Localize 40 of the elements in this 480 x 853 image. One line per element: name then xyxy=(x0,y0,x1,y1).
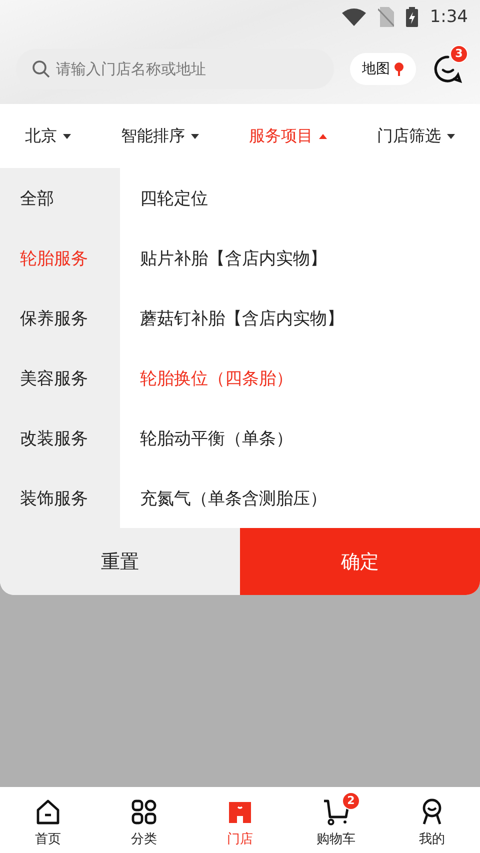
category-item[interactable]: 装饰服务 xyxy=(0,468,120,528)
reset-button[interactable]: 重置 xyxy=(0,528,240,595)
cart-icon xyxy=(322,798,350,826)
filter-tab[interactable]: 北京 xyxy=(23,122,73,150)
tab-bar-item[interactable]: 首页 xyxy=(10,790,86,850)
service-item[interactable]: 轮胎换位（四条胎） xyxy=(120,348,480,408)
tab-bar-item[interactable]: 2 购物车 xyxy=(298,790,374,850)
tab-bar-item[interactable]: 门店 xyxy=(202,790,278,850)
service-item[interactable]: 充氮气（单条含测胎压） xyxy=(120,468,480,528)
map-button[interactable]: 地图 xyxy=(350,53,416,85)
service-item[interactable]: 轮胎动平衡（单条） xyxy=(120,408,480,468)
confirm-button[interactable]: 确定 xyxy=(240,528,480,595)
count-badge: 2 xyxy=(342,792,360,810)
search-input[interactable]: 请输入门店名称或地址 xyxy=(56,57,316,81)
caret-icon xyxy=(63,134,71,138)
caret-icon xyxy=(319,134,327,138)
category-item[interactable]: 改装服务 xyxy=(0,408,120,468)
wifi-icon xyxy=(342,8,366,26)
category-item[interactable]: 美容服务 xyxy=(0,348,120,408)
notification-badge: 3 xyxy=(450,45,468,63)
service-item[interactable]: 蘑菇钉补胎【含店内实物】 xyxy=(120,288,480,348)
service-item[interactable]: 四轮定位 xyxy=(120,168,480,228)
tab-bar-item[interactable]: 分类 xyxy=(106,790,182,850)
search-icon xyxy=(32,60,50,78)
caret-icon xyxy=(447,134,455,138)
filter-tab[interactable]: 门店筛选 xyxy=(375,122,457,150)
location-pin-icon xyxy=(394,62,404,76)
category-item[interactable]: 轮胎服务 xyxy=(0,228,120,288)
tab-bar-item[interactable]: 我的 xyxy=(394,790,470,850)
clock: 1:34 xyxy=(430,7,468,27)
no-sim-icon xyxy=(378,7,394,27)
filter-tab[interactable]: 智能排序 xyxy=(119,122,201,150)
grid-icon xyxy=(130,798,158,826)
home-icon xyxy=(34,798,62,826)
service-item[interactable]: 贴片补胎【含店内实物】 xyxy=(120,228,480,288)
filter-tab[interactable]: 服务项目 xyxy=(247,122,329,150)
category-item[interactable]: 全部 xyxy=(0,168,120,228)
caret-icon xyxy=(191,134,199,138)
battery-icon xyxy=(406,7,418,27)
category-item[interactable]: 保养服务 xyxy=(0,288,120,348)
